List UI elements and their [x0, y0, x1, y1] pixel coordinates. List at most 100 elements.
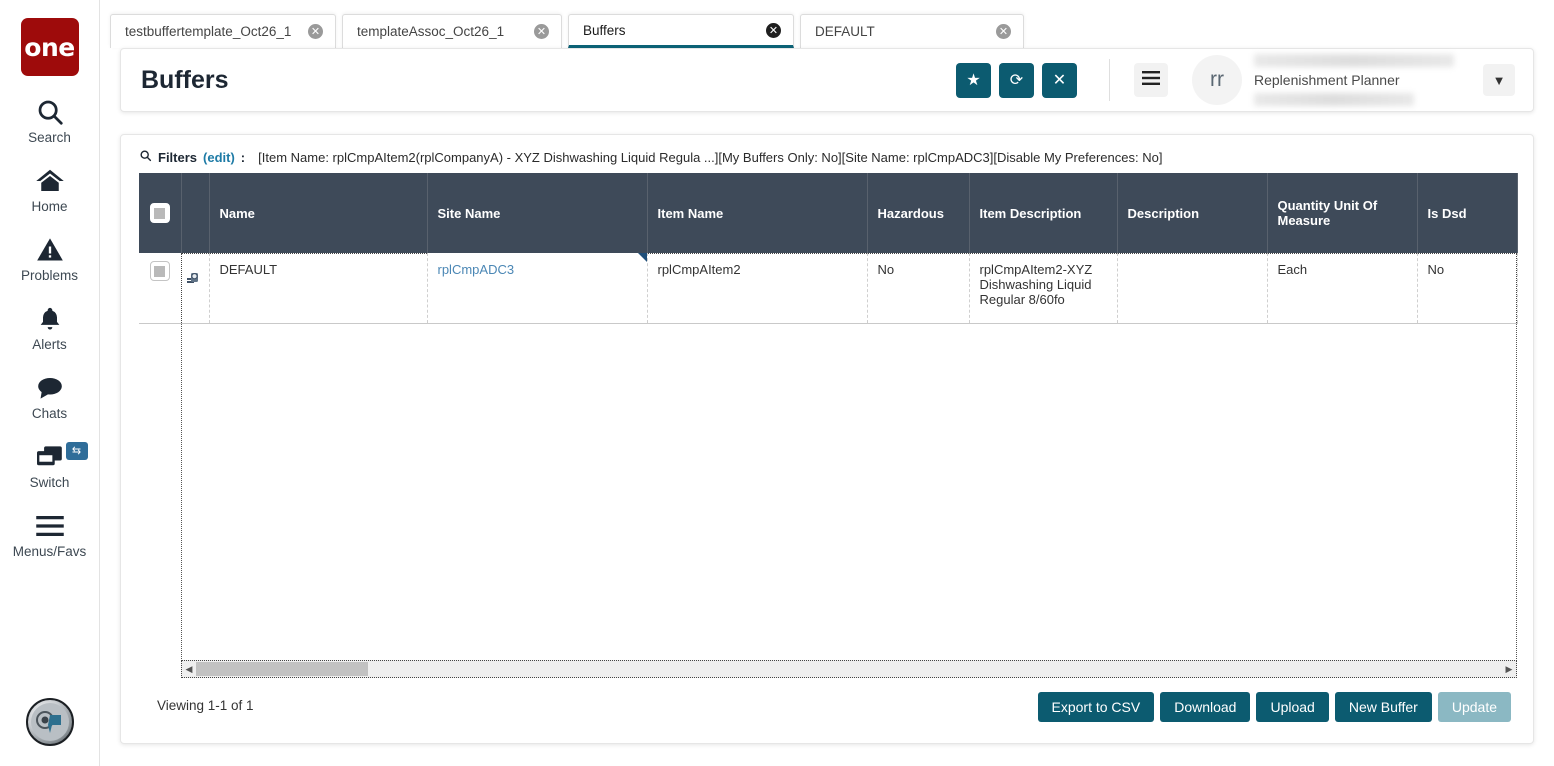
sidebar-item-label: Alerts	[32, 337, 67, 352]
export-to-csv-button[interactable]: Export to CSV	[1037, 692, 1155, 722]
column-header-description[interactable]: Description	[1117, 173, 1268, 253]
table-header-row: Name Site Name Item Name Hazardous Item …	[139, 173, 1518, 253]
cell-hazardous: No	[867, 253, 970, 324]
sidebar-item-chats[interactable]: Chats	[0, 371, 100, 421]
scroll-left-arrow-icon[interactable]: ◀	[182, 664, 196, 675]
row-action-header	[181, 173, 210, 253]
sidebar-item-problems[interactable]: Problems	[0, 233, 100, 283]
avatar[interactable]: rr	[1192, 55, 1242, 105]
sidebar-item-search[interactable]: Search	[0, 95, 100, 145]
logo-text: one	[24, 32, 75, 62]
star-icon: ★	[966, 72, 981, 89]
column-header-name[interactable]: Name	[209, 173, 428, 253]
page-title: Buffers	[141, 65, 229, 94]
download-button[interactable]: Download	[1160, 692, 1251, 722]
refresh-button[interactable]: ⟳	[999, 62, 1034, 98]
cell-name[interactable]: DEFAULT	[209, 253, 428, 324]
tab-testbuffertemplate[interactable]: testbuffertemplate_Oct26_1 ✕	[110, 14, 336, 48]
grid-empty-area	[181, 324, 1517, 659]
tab-label: testbuffertemplate_Oct26_1	[125, 24, 292, 39]
hamburger-icon	[35, 509, 65, 543]
select-all-cell	[139, 173, 182, 253]
refresh-icon: ⟳	[1009, 72, 1024, 89]
scrollbar-thumb[interactable]	[196, 662, 368, 676]
sidebar-item-label: Menus/Favs	[12, 544, 87, 559]
avatar-initials: rr	[1210, 68, 1224, 91]
user-role-label: Replenishment Planner	[1254, 72, 1400, 88]
sidebar-item-menus-favs[interactable]: Menus/Favs	[0, 509, 100, 559]
tab-buffers[interactable]: Buffers ✕	[568, 14, 794, 48]
cell-site-name[interactable]: rplCmpADC3	[427, 253, 648, 324]
grid-horizontal-scrollbar[interactable]: ◀ ▶	[181, 660, 1517, 678]
redacted-user-name	[1254, 54, 1454, 67]
select-all-checkbox[interactable]	[149, 203, 170, 223]
cell-quantity-unit-of-measure: Each	[1267, 253, 1418, 324]
search-icon	[139, 149, 152, 165]
assistant-avatar-icon[interactable]	[26, 698, 74, 746]
filters-colon: :	[240, 149, 246, 165]
warning-triangle-icon	[35, 233, 65, 267]
tab-label: DEFAULT	[815, 24, 875, 39]
row-checkbox[interactable]	[149, 261, 170, 281]
sidebar-item-home[interactable]: Home	[0, 164, 100, 214]
close-circle-icon[interactable]: ✕	[308, 24, 323, 39]
close-button[interactable]: ✕	[1042, 62, 1077, 98]
cell-item-description: rplCmpAItem2-XYZ Dishwashing Liquid Regu…	[969, 253, 1118, 324]
tab-label: templateAssoc_Oct26_1	[357, 24, 505, 39]
page-header: Buffers ★ ⟳ ✕ rr Replenishment Planner ▼	[120, 48, 1534, 112]
close-circle-icon[interactable]: ✕	[534, 24, 549, 39]
close-x-icon: ✕	[1052, 72, 1067, 89]
cell-description	[1117, 253, 1268, 324]
chevron-down-icon: ▼	[1492, 72, 1506, 88]
user-info: Replenishment Planner	[1254, 54, 1469, 106]
home-icon	[34, 164, 66, 198]
column-header-item-description[interactable]: Item Description	[969, 173, 1118, 253]
redacted-user-org	[1254, 93, 1414, 106]
row-action-cell	[181, 253, 210, 324]
column-header-quantity-unit-of-measure[interactable]: Quantity Unit Of Measure	[1267, 173, 1418, 253]
search-icon	[35, 95, 65, 129]
cell-is-dsd: No	[1417, 253, 1518, 324]
favorite-button[interactable]: ★	[956, 62, 991, 98]
browser-tab-bar: testbuffertemplate_Oct26_1 ✕ templateAss…	[110, 12, 1544, 48]
filters-edit-link[interactable]: (edit)	[203, 150, 235, 165]
tab-label: Buffers	[583, 22, 626, 38]
table-row[interactable]: DEFAULT rplCmpADC3 rplCmpAItem2 No rplCm…	[139, 253, 1518, 324]
app-root: one Search Home Problems Alerts Chats ⇆ …	[0, 0, 1554, 766]
header-divider	[1109, 59, 1110, 101]
footer-action-buttons: Export to CSV Download Upload New Buffer…	[1037, 692, 1511, 722]
upload-button[interactable]: Upload	[1256, 692, 1329, 722]
sidebar-item-label: Search	[28, 130, 71, 145]
sidebar-item-alerts[interactable]: Alerts	[0, 302, 100, 352]
filters-label: Filters	[158, 149, 198, 165]
bell-icon	[36, 302, 64, 336]
audit-history-icon[interactable]	[186, 273, 202, 290]
buffers-table: Name Site Name Item Name Hazardous Item …	[139, 173, 1518, 324]
sidebar-item-label: Chats	[31, 406, 68, 421]
row-select-cell	[139, 253, 182, 324]
buffers-grid: Name Site Name Item Name Hazardous Item …	[139, 173, 1518, 766]
user-menu-dropdown-button[interactable]: ▼	[1483, 64, 1515, 96]
buffers-content-card: Filters (edit) : [Item Name: rplCmpAItem…	[120, 134, 1534, 744]
filters-bar: Filters (edit) : [Item Name: rplCmpAItem…	[121, 135, 1533, 174]
column-header-is-dsd[interactable]: Is Dsd	[1417, 173, 1518, 253]
header-menu-button[interactable]	[1134, 63, 1168, 97]
close-circle-icon[interactable]: ✕	[766, 22, 781, 38]
cell-site-name-link[interactable]: rplCmpADC3	[438, 262, 515, 277]
chat-bubble-icon	[35, 371, 65, 405]
scroll-right-arrow-icon[interactable]: ▶	[1502, 664, 1516, 675]
sidebar-item-label: Problems	[20, 268, 79, 283]
cell-item-name[interactable]: rplCmpAItem2	[647, 253, 868, 324]
one-network-logo[interactable]: one	[20, 18, 79, 76]
tab-default[interactable]: DEFAULT ✕	[800, 14, 1024, 48]
close-circle-icon[interactable]: ✕	[996, 24, 1011, 39]
tab-templateassoc[interactable]: templateAssoc_Oct26_1 ✕	[342, 14, 562, 48]
update-button[interactable]: Update	[1437, 692, 1511, 722]
column-header-site-name[interactable]: Site Name	[427, 173, 648, 253]
column-header-item-name[interactable]: Item Name	[647, 173, 868, 253]
new-buffer-button[interactable]: New Buffer	[1334, 692, 1432, 722]
swap-arrows-icon[interactable]: ⇆	[65, 442, 88, 460]
sidebar-item-switch[interactable]: ⇆ Switch	[0, 440, 100, 490]
filters-summary: [Item Name: rplCmpAItem2(rplCompanyA) - …	[258, 149, 1163, 165]
column-header-hazardous[interactable]: Hazardous	[867, 173, 970, 253]
